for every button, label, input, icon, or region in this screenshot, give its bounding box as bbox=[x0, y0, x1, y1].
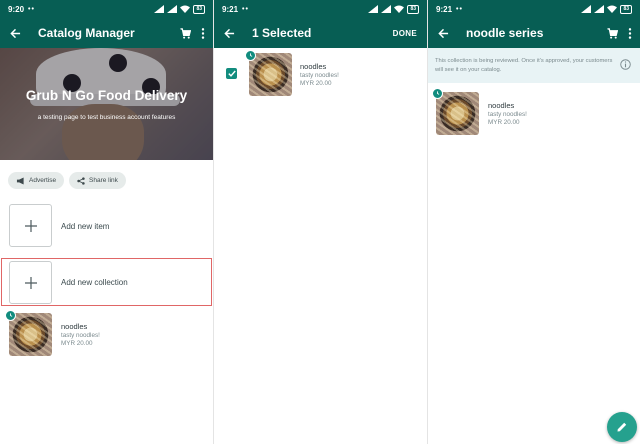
more-vert-icon[interactable] bbox=[628, 27, 632, 39]
business-description: a testing page to test business account … bbox=[37, 114, 176, 121]
selection-screen: 9:21 •• 83 1 Selected DONE noodles tasty… bbox=[214, 0, 427, 444]
share-icon bbox=[77, 176, 85, 185]
product-name: noodles bbox=[300, 62, 327, 71]
notification-dots-icon: •• bbox=[456, 5, 463, 13]
product-thumbnail bbox=[249, 53, 292, 96]
signal-icon bbox=[154, 5, 165, 13]
pencil-icon bbox=[617, 422, 627, 432]
advertise-button[interactable]: Advertise bbox=[8, 172, 65, 189]
review-notice-text: This collection is being reviewed. Once … bbox=[435, 58, 613, 73]
highlight-outline bbox=[1, 258, 212, 306]
page-title: noodle series bbox=[466, 26, 544, 40]
clock-icon bbox=[245, 50, 256, 61]
status-bar: 9:20 •• 83 bbox=[0, 0, 213, 18]
status-bar: 9:21 •• 83 bbox=[214, 0, 427, 18]
product-thumbnail bbox=[9, 313, 52, 356]
back-arrow-icon bbox=[223, 28, 234, 38]
plus-icon bbox=[24, 219, 37, 232]
add-item-plus-box bbox=[9, 204, 52, 247]
add-new-item-label: Add new item bbox=[61, 221, 110, 231]
signal-icon bbox=[368, 5, 379, 13]
back-button[interactable] bbox=[214, 28, 244, 39]
business-name: Grub N Go Food Delivery bbox=[25, 88, 188, 103]
notification-dots-icon: •• bbox=[28, 5, 35, 13]
product-price: MYR 20.00 bbox=[300, 80, 332, 87]
clock-icon bbox=[5, 310, 16, 321]
product-thumbnail bbox=[436, 92, 479, 135]
app-bar: 1 Selected DONE bbox=[214, 18, 427, 48]
cover-shade bbox=[0, 48, 213, 160]
catalog-manager-screen: 9:20 •• 83 Catalog Manager Grub N Go Foo… bbox=[0, 0, 213, 444]
battery-icon: 83 bbox=[407, 4, 419, 14]
more-vert-icon[interactable] bbox=[201, 27, 205, 39]
done-button[interactable]: DONE bbox=[393, 29, 419, 38]
item-checkbox[interactable] bbox=[226, 68, 237, 79]
back-button[interactable] bbox=[0, 28, 30, 39]
product-description: tasty noodles! bbox=[300, 72, 339, 79]
signal-icon bbox=[594, 5, 605, 13]
back-arrow-icon bbox=[437, 28, 448, 38]
review-notice-banner: This collection is being reviewed. Once … bbox=[428, 48, 640, 83]
status-time: 9:20 bbox=[8, 4, 25, 14]
wifi-icon bbox=[394, 5, 405, 13]
battery-icon: 83 bbox=[193, 4, 205, 14]
battery-icon: 83 bbox=[620, 4, 632, 14]
cart-icon[interactable] bbox=[607, 27, 618, 39]
edit-fab[interactable] bbox=[607, 412, 637, 442]
advertise-label: Advertise bbox=[29, 177, 57, 184]
app-bar: noodle series bbox=[428, 18, 640, 48]
signal-icon bbox=[581, 5, 592, 13]
product-name: noodles bbox=[488, 101, 515, 110]
cover-image: Grub N Go Food Delivery a testing page t… bbox=[0, 48, 213, 160]
product-description: tasty noodles! bbox=[488, 111, 527, 118]
signal-icon bbox=[167, 5, 178, 13]
megaphone-icon bbox=[16, 176, 24, 185]
status-bar: 9:21 •• 83 bbox=[428, 0, 640, 18]
clock-icon bbox=[432, 88, 443, 99]
page-title: 1 Selected bbox=[252, 26, 312, 40]
signal-icon bbox=[381, 5, 392, 13]
collection-screen: 9:21 •• 83 noodle series This collection… bbox=[428, 0, 640, 444]
share-link-label: Share link bbox=[89, 177, 118, 184]
share-link-button[interactable]: Share link bbox=[69, 172, 126, 189]
checkmark-icon bbox=[227, 70, 236, 77]
add-new-item-row[interactable]: Add new item bbox=[0, 203, 213, 249]
page-title: Catalog Manager bbox=[38, 26, 135, 40]
product-name: noodles bbox=[61, 322, 88, 331]
product-price: MYR 20.00 bbox=[488, 119, 520, 126]
status-time: 9:21 bbox=[436, 4, 453, 14]
notification-dots-icon: •• bbox=[242, 5, 249, 13]
cart-icon[interactable] bbox=[180, 27, 191, 39]
back-button[interactable] bbox=[428, 28, 458, 39]
product-price: MYR 20.00 bbox=[61, 340, 93, 347]
wifi-icon bbox=[180, 5, 191, 13]
product-description: tasty noodles! bbox=[61, 332, 100, 339]
info-icon[interactable] bbox=[620, 59, 631, 70]
status-time: 9:21 bbox=[222, 4, 239, 14]
wifi-icon bbox=[607, 5, 618, 13]
app-bar: Catalog Manager bbox=[0, 18, 213, 48]
back-arrow-icon bbox=[9, 28, 20, 38]
